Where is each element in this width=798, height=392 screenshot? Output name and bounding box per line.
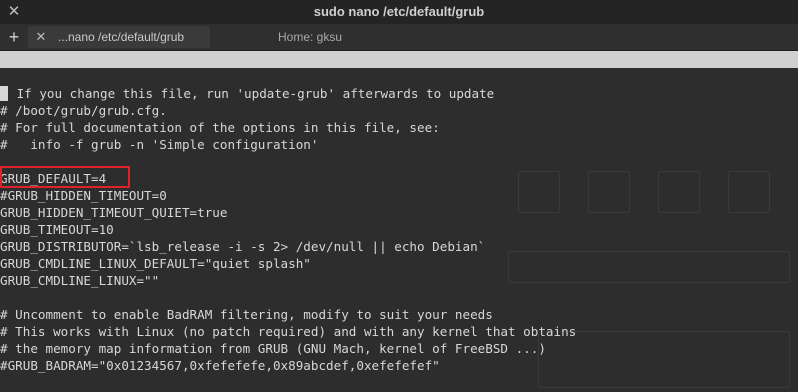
- text-cursor: [0, 86, 8, 101]
- close-tab-icon[interactable]: ✕: [34, 26, 48, 48]
- editor-line[interactable]: GRUB_HIDDEN_TIMEOUT_QUIET=true: [0, 204, 227, 221]
- tab-label: ...nano /etc/default/grub: [58, 30, 185, 44]
- window-titlebar: ✕ sudo nano /etc/default/grub: [0, 0, 798, 24]
- editor-line[interactable]: # For full documentation of the options …: [0, 119, 440, 136]
- editor-line[interactable]: # Uncomment to enable BadRAM filtering, …: [0, 306, 493, 323]
- editor-line[interactable]: GRUB_DISTRIBUTOR=`lsb_release -i -s 2> /…: [0, 238, 485, 255]
- nano-version: GNU nano 2.2.6: [18, 69, 125, 84]
- tab-home-gksu[interactable]: Home: gksu: [220, 26, 400, 48]
- editor-line[interactable]: GRUB_CMDLINE_LINUX_DEFAULT="quiet splash…: [0, 255, 311, 272]
- tab-label: Home: gksu: [277, 30, 343, 44]
- editor-line[interactable]: # /boot/grub/grub.cfg.: [0, 102, 167, 119]
- editor-line[interactable]: # This works with Linux (no patch requir…: [0, 323, 576, 340]
- grub-default-highlight: [0, 166, 130, 188]
- tab-nano-grub[interactable]: ✕ ...nano /etc/default/grub: [28, 26, 210, 48]
- editor-line[interactable]: #GRUB_HIDDEN_TIMEOUT=0: [0, 187, 167, 204]
- nano-header: GNU nano 2.2.6 File: /etc/default/grub: [0, 51, 798, 101]
- editor-line[interactable]: # the memory map information from GRUB (…: [0, 340, 546, 357]
- window-title: sudo nano /etc/default/grub: [313, 4, 485, 19]
- editor-line[interactable]: #GRUB_BADRAM="0x01234567,0xfefefefe,0x89…: [0, 357, 440, 374]
- tab-bar: + ✕ ...nano /etc/default/grub Home: gksu: [0, 24, 798, 51]
- editor-line[interactable]: GRUB_TIMEOUT=10: [0, 221, 114, 238]
- new-tab-icon[interactable]: +: [4, 27, 24, 47]
- editor-line[interactable]: If you change this file, run 'update-gru…: [0, 85, 494, 102]
- terminal-area[interactable]: GNU nano 2.2.6 File: /etc/default/grub I…: [0, 51, 798, 392]
- editor-line[interactable]: # info -f grub -n 'Simple configuration': [0, 136, 318, 153]
- editor-line[interactable]: GRUB_CMDLINE_LINUX="": [0, 272, 159, 289]
